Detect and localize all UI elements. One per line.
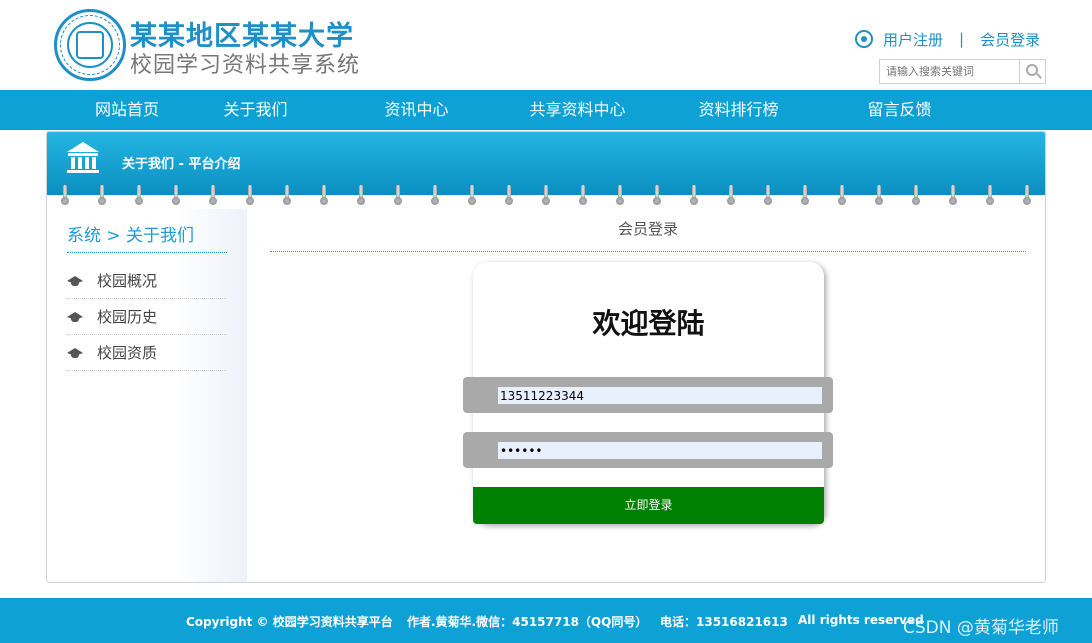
target-icon [855, 30, 873, 48]
building-icon [67, 142, 99, 174]
sidebar-item-history[interactable]: 校园历史 [67, 299, 227, 335]
page: 某某地区某某大学 校园学习资料共享系统 用户注册 | 会员登录 网站首页 关于我… [0, 0, 1092, 643]
binder-ring [986, 185, 994, 207]
binder-ring [838, 185, 846, 207]
nav-item-news[interactable]: 资讯中心 [336, 90, 497, 130]
nav-item-about[interactable]: 关于我们 [175, 90, 336, 130]
nav-item-home[interactable]: 网站首页 [48, 90, 175, 130]
binder-ring [1023, 185, 1031, 207]
site-subtitle: 校园学习资料共享系统 [130, 53, 361, 78]
binder-ring [690, 185, 698, 207]
search-button[interactable] [1019, 60, 1045, 83]
binder-ring [209, 185, 217, 207]
sidebar: 系统 > 关于我们 校园概况 校园历史 校园资质 [47, 209, 247, 582]
binder-ring [61, 185, 69, 207]
sidebar-breadcrumb: 系统 > 关于我们 [67, 226, 195, 246]
binder-ring [764, 185, 772, 207]
username-input[interactable] [498, 387, 822, 404]
binder-ring [135, 185, 143, 207]
header: 某某地区某某大学 校园学习资料共享系统 用户注册 | 会员登录 [0, 0, 1092, 90]
username-field-wrap [463, 377, 833, 413]
password-input[interactable] [498, 442, 822, 459]
main-nav: 网站首页 关于我们 资讯中心 共享资料中心 资料排行榜 留言反馈 [0, 90, 1092, 130]
banner-title: 关于我们 - 平台介绍 [122, 157, 241, 172]
binder-ring [579, 185, 587, 207]
sidebar-item-label: 校园资质 [97, 344, 158, 362]
content-title: 会员登录 [617, 220, 678, 238]
binder-ring [801, 185, 809, 207]
login-submit-button[interactable]: 立即登录 [473, 487, 824, 524]
binder-ring [505, 185, 513, 207]
binder-ring [246, 185, 254, 207]
divider [67, 252, 227, 253]
watermark: CSDN @黄菊华老师 [903, 618, 1059, 638]
footer-author: 作者.黄菊华.微信：45157718（QQ同号） [407, 615, 648, 629]
graduation-cap-icon [67, 275, 83, 287]
binder-ring [172, 185, 180, 207]
sidebar-item-label: 校园概况 [97, 272, 158, 290]
sidebar-item-qualification[interactable]: 校园资质 [67, 335, 227, 371]
binder-ring [949, 185, 957, 207]
nav-item-feedback[interactable]: 留言反馈 [819, 90, 980, 130]
login-link[interactable]: 会员登录 [980, 29, 1040, 50]
binder-ring [653, 185, 661, 207]
binder-ring [431, 185, 439, 207]
footer: Copyright © 校园学习资料共享平台 作者.黄菊华.微信：4515771… [0, 598, 1092, 643]
binder-ring [283, 185, 291, 207]
password-field-wrap [463, 432, 833, 468]
search-input[interactable] [880, 60, 1019, 83]
sidebar-item-overview[interactable]: 校园概况 [67, 263, 227, 299]
binder-ring [542, 185, 550, 207]
binder-rings [47, 185, 1045, 209]
sidebar-item-label: 校园历史 [97, 308, 158, 326]
binder-ring [357, 185, 365, 207]
footer-copyright: Copyright © 校园学习资料共享平台 [186, 615, 393, 629]
main-panel: 关于我们 - 平台介绍 系统 > 关于我们 校园概况 校园历史 校园资质 会员登… [46, 131, 1046, 583]
search-box [879, 59, 1046, 84]
binder-ring [727, 185, 735, 207]
binder-ring [616, 185, 624, 207]
binder-ring [912, 185, 920, 207]
nav-item-ranking[interactable]: 资料排行榜 [658, 90, 819, 130]
binder-ring [468, 185, 476, 207]
link-separator: | [959, 30, 965, 48]
graduation-cap-icon [67, 311, 83, 323]
binder-ring [875, 185, 883, 207]
divider [270, 251, 1026, 252]
binder-ring [320, 185, 328, 207]
login-card: 欢迎登陆 立即登录 [463, 262, 833, 524]
login-heading: 欢迎登陆 [592, 307, 705, 340]
binder-ring [98, 185, 106, 207]
register-link[interactable]: 用户注册 [883, 29, 943, 50]
footer-phone: 电话：13516821613 [660, 615, 788, 629]
nav-item-resources[interactable]: 共享资料中心 [497, 90, 658, 130]
top-links: 用户注册 | 会员登录 [855, 28, 1040, 50]
graduation-cap-icon [67, 347, 83, 359]
university-seal-logo [54, 9, 126, 81]
binder-ring [394, 185, 402, 207]
